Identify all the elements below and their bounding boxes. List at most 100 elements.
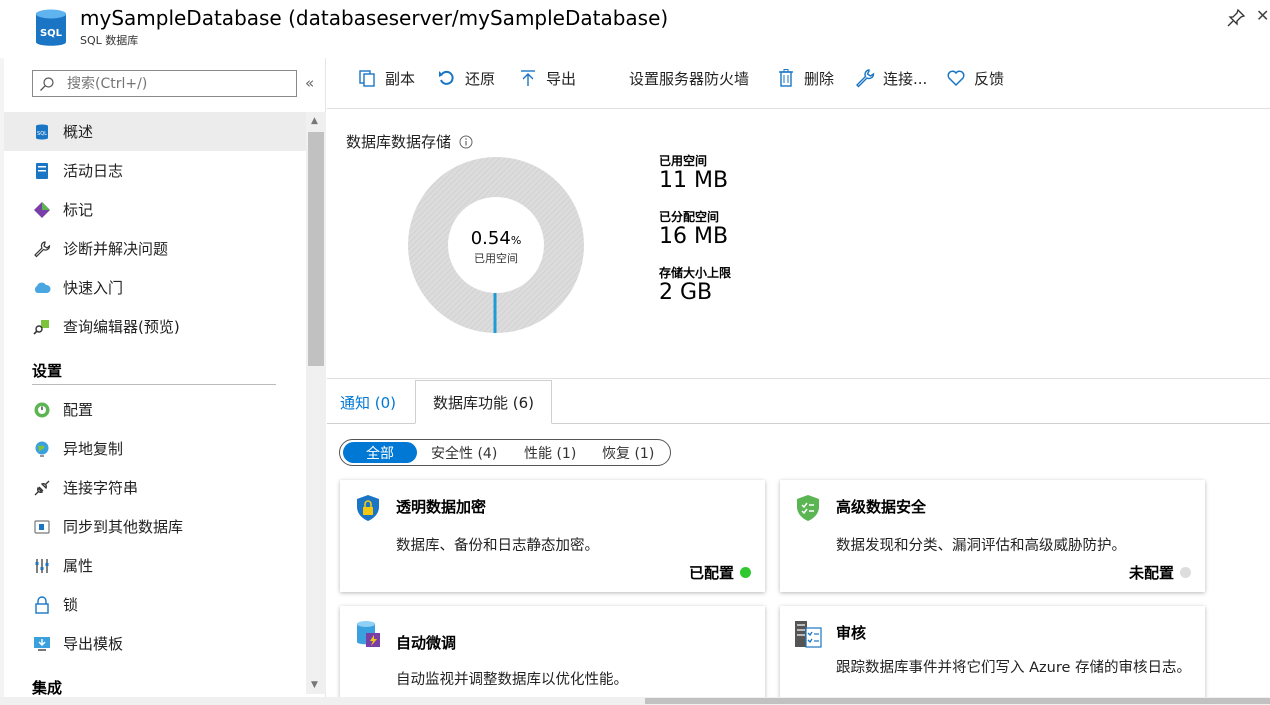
- max-size-value: 2 GB: [659, 280, 713, 305]
- section-divider: [32, 384, 276, 385]
- command-bar: 副本 还原 导出 设置服务器防火墙 删除 连接... 反馈: [327, 58, 1270, 98]
- menu-list: SQL 概述 活动日志 标记 诊断并解决问题 快速入门 查询编辑器(预览) 设置…: [4, 112, 306, 705]
- feedback-label: 反馈: [974, 69, 1005, 88]
- sidebar-item-sync[interactable]: 同步到其他数据库: [4, 507, 306, 546]
- card-title: 透明数据加密: [396, 498, 487, 516]
- horizontal-scrollbar[interactable]: [0, 697, 1270, 705]
- export-template-icon: [34, 636, 50, 651]
- close-icon[interactable]: ✕: [1256, 6, 1269, 25]
- filter-all[interactable]: 全部: [343, 442, 417, 463]
- filter-recovery[interactable]: 恢复 (1): [602, 442, 654, 463]
- horizontal-scroll-thumb[interactable]: [645, 698, 1270, 704]
- query-editor-icon: [33, 319, 49, 335]
- sidebar-item-diagnose[interactable]: 诊断并解决问题: [4, 229, 306, 268]
- scroll-thumb[interactable]: [308, 132, 324, 366]
- auto-tuning-icon: [357, 621, 380, 647]
- export-button[interactable]: 导出: [518, 66, 576, 90]
- sidebar-item-properties[interactable]: 属性: [4, 546, 306, 585]
- sidebar-item-locks[interactable]: 锁: [4, 585, 306, 624]
- configure-icon: [34, 402, 50, 417]
- heart-icon: [947, 70, 965, 87]
- sql-database-logo-icon: SQL: [36, 9, 66, 46]
- section-integrations-title: 集成: [32, 679, 63, 697]
- sidebar-item-geo-replication[interactable]: 异地复制: [4, 429, 306, 468]
- firewall-label: 设置服务器防火墙: [629, 69, 750, 88]
- restore-button[interactable]: 还原: [437, 66, 495, 90]
- used-percent-value: 0.54: [470, 228, 511, 249]
- firewall-button[interactable]: 设置服务器防火墙: [622, 66, 749, 90]
- storage-title-text: 数据库数据存储: [346, 133, 452, 151]
- resource-menu: « SQL 概述 活动日志 标记: [0, 58, 326, 705]
- lock-icon: [35, 595, 49, 614]
- section-settings: 设置: [4, 346, 306, 390]
- page-subtitle: SQL 数据库: [80, 34, 139, 47]
- wrench-icon: [34, 240, 51, 257]
- feature-card-auto-tuning[interactable]: 自动微调 自动监视并调整数据库以优化性能。: [340, 606, 765, 705]
- card-status: 未配置: [1129, 562, 1191, 583]
- copy-button[interactable]: 副本: [357, 66, 415, 90]
- card-description: 自动监视并调整数据库以优化性能。: [396, 672, 628, 688]
- collapse-menu-icon[interactable]: «: [305, 74, 314, 92]
- page-title: mySampleDatabase (databaseserver/mySampl…: [80, 6, 669, 30]
- allocated-space-label: 已分配空间: [659, 210, 720, 224]
- donut-subtitle: 已用空间: [474, 252, 518, 265]
- export-label: 导出: [546, 69, 577, 88]
- sidebar-item-label: 配置: [63, 401, 94, 419]
- sidebar-item-overview[interactable]: SQL 概述: [4, 112, 306, 151]
- feature-card-tde[interactable]: 透明数据加密 数据库、备份和日志静态加密。 已配置: [340, 480, 765, 592]
- search-input[interactable]: [67, 74, 287, 94]
- sidebar-item-connection-strings[interactable]: 连接字符串: [4, 468, 306, 507]
- filter-security[interactable]: 安全性 (4): [431, 442, 497, 463]
- copy-icon: [359, 70, 375, 87]
- info-icon[interactable]: [459, 135, 473, 149]
- card-title: 审核: [836, 624, 867, 642]
- svg-text:SQL: SQL: [37, 131, 47, 137]
- search-box[interactable]: [32, 70, 297, 97]
- status-text: 已配置: [688, 564, 734, 582]
- pin-icon[interactable]: [1226, 8, 1246, 28]
- sidebar-item-activity-log[interactable]: 活动日志: [4, 151, 306, 190]
- activity-log-icon: [36, 162, 48, 179]
- toolbar-divider: [327, 108, 1270, 109]
- sidebar-item-tags[interactable]: 标记: [4, 190, 306, 229]
- sidebar-item-quickstart[interactable]: 快速入门: [4, 268, 306, 307]
- sidebar-item-label: 标记: [63, 201, 94, 219]
- restore-label: 还原: [465, 69, 496, 88]
- feedback-button[interactable]: 反馈: [946, 66, 1004, 90]
- scroll-up-arrow[interactable]: ▲: [311, 116, 318, 126]
- sidebar-item-configure[interactable]: 配置: [4, 390, 306, 429]
- shield-lock-icon: [357, 495, 379, 521]
- sidebar-item-label: 属性: [63, 557, 94, 575]
- sidebar-item-label: 锁: [63, 596, 79, 614]
- status-dot-gray: [1180, 567, 1191, 578]
- plug-icon: [34, 480, 50, 495]
- sidebar-item-label: 导出模板: [63, 635, 124, 653]
- shield-check-icon: [797, 495, 819, 521]
- sidebar-item-query-editor[interactable]: 查询编辑器(预览): [4, 307, 306, 346]
- connect-label: 连接...: [883, 69, 928, 88]
- sidebar-item-label: 概述: [63, 123, 94, 141]
- feature-card-advanced-security[interactable]: 高级数据安全 数据发现和分类、漏洞评估和高级威胁防护。 未配置: [780, 480, 1205, 592]
- feature-filter: 全部 安全性 (4) 性能 (1) 恢复 (1): [339, 439, 671, 466]
- logo-text: SQL: [40, 28, 63, 39]
- sidebar-item-label: 诊断并解决问题: [63, 240, 169, 258]
- storage-section-title: 数据库数据存储: [346, 131, 473, 152]
- filter-performance[interactable]: 性能 (1): [524, 442, 576, 463]
- scroll-down-arrow[interactable]: ▼: [311, 680, 318, 690]
- delete-button[interactable]: 删除: [776, 66, 834, 90]
- feature-card-auditing[interactable]: 审核 跟踪数据库事件并将它们写入 Azure 存储的审核日志。: [780, 606, 1205, 705]
- status-text: 未配置: [1128, 564, 1174, 582]
- section-divider: [327, 378, 1270, 379]
- tab-notifications[interactable]: 通知 (0): [340, 380, 396, 424]
- used-space-value: 11 MB: [659, 168, 729, 193]
- allocated-space-value: 16 MB: [659, 224, 729, 249]
- tab-database-features[interactable]: 数据库功能 (6): [415, 380, 552, 424]
- sidebar-item-export-template[interactable]: 导出模板: [4, 624, 306, 663]
- sidebar-item-label: 快速入门: [63, 279, 124, 297]
- sidebar-scrollbar[interactable]: ▲ ▼: [306, 112, 326, 694]
- status-dot-green: [740, 567, 751, 578]
- card-title: 自动微调: [396, 634, 457, 652]
- card-description: 数据库、备份和日志静态加密。: [396, 538, 599, 554]
- connect-button[interactable]: 连接...: [855, 66, 927, 90]
- sidebar-item-label: 查询编辑器(预览): [63, 318, 180, 336]
